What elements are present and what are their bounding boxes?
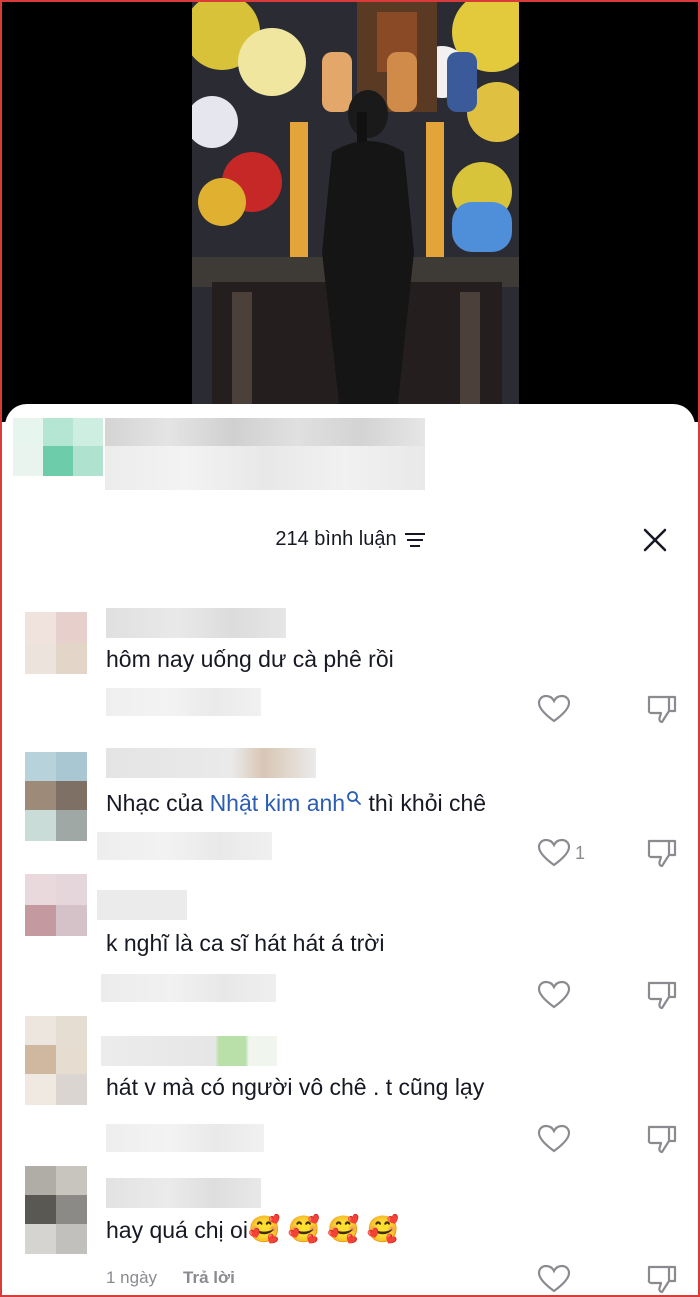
comment-item: hát v mà có người vô chê . t cũng lạy: [5, 1016, 695, 1158]
comment-item: k nghĩ là ca sĩ hát hát á trời: [5, 874, 695, 1016]
comment-meta-blurred: [97, 832, 272, 860]
comment-count-header: 214 bình luận: [5, 528, 695, 551]
search-icon[interactable]: [346, 790, 362, 806]
avatar[interactable]: [25, 752, 87, 844]
comment-meta: 1 ngày Trả lời: [106, 1268, 235, 1288]
mention-link[interactable]: Nhật kim anh: [210, 790, 346, 816]
comment-item: hay quá chị oi🥰 🥰 🥰 🥰 1 ngày Trả lời: [5, 1164, 695, 1297]
like-heart-icon[interactable]: [537, 1124, 571, 1154]
comment-text: hay quá chị oi🥰 🥰 🥰 🥰: [106, 1214, 399, 1245]
comments-sheet: 214 bình luận hôm nay uống dư cà phê rồi: [5, 404, 695, 1297]
comment-text: k nghĩ là ca sĩ hát hát á trời: [106, 930, 385, 956]
video-frame[interactable]: [192, 2, 519, 412]
username-blurred: [106, 1178, 261, 1208]
like-heart-icon[interactable]: [537, 838, 571, 868]
like-heart-icon[interactable]: [537, 1264, 571, 1294]
avatar[interactable]: [25, 1166, 87, 1254]
close-icon[interactable]: [641, 526, 669, 554]
username-blurred: [101, 1036, 277, 1066]
comment-meta-blurred: [106, 1124, 264, 1152]
like-count: 1: [575, 843, 586, 863]
comment-item: hôm nay uống dư cà phê rồi: [5, 602, 695, 744]
avatar[interactable]: [25, 1016, 87, 1108]
username-blurred: [106, 608, 286, 638]
comment-text: hát v mà có người vô chê . t cũng lạy: [106, 1074, 485, 1100]
dislike-icon[interactable]: [645, 979, 679, 1011]
avatar[interactable]: [25, 612, 87, 674]
dislike-icon[interactable]: [645, 1123, 679, 1155]
dislike-icon[interactable]: [645, 1263, 679, 1295]
dislike-icon[interactable]: [645, 693, 679, 725]
avatar[interactable]: [25, 874, 87, 936]
comment-meta-blurred: [106, 688, 261, 716]
filter-icon[interactable]: [404, 532, 425, 548]
comment-time: 1 ngày: [106, 1268, 158, 1287]
video-thumbnail: [192, 2, 519, 412]
like-heart-icon[interactable]: [537, 694, 571, 724]
comment-count-label: 214 bình luận: [275, 528, 397, 550]
blurred-header: [13, 418, 433, 490]
comment-text: Nhạc của Nhật kim anh thì khỏi chê: [106, 790, 486, 817]
dislike-icon[interactable]: [645, 837, 679, 869]
username-blurred: [106, 748, 316, 778]
like-heart-icon[interactable]: [537, 980, 571, 1010]
video-player[interactable]: [2, 2, 698, 422]
reply-button[interactable]: Trả lời: [183, 1268, 235, 1287]
comment-text: hôm nay uống dư cà phê rồi: [106, 646, 394, 672]
comment-meta-blurred: [101, 974, 276, 1002]
comment-text-before: Nhạc của: [106, 790, 210, 816]
username-blurred: [97, 890, 187, 920]
comment-text-after: thì khỏi chê: [362, 790, 487, 816]
comment-item: Nhạc của Nhật kim anh thì khỏi chê 1: [5, 740, 695, 880]
emoji-group: 🥰 🥰 🥰 🥰: [247, 1214, 400, 1244]
comment-text-main: hay quá chị oi: [106, 1217, 248, 1243]
